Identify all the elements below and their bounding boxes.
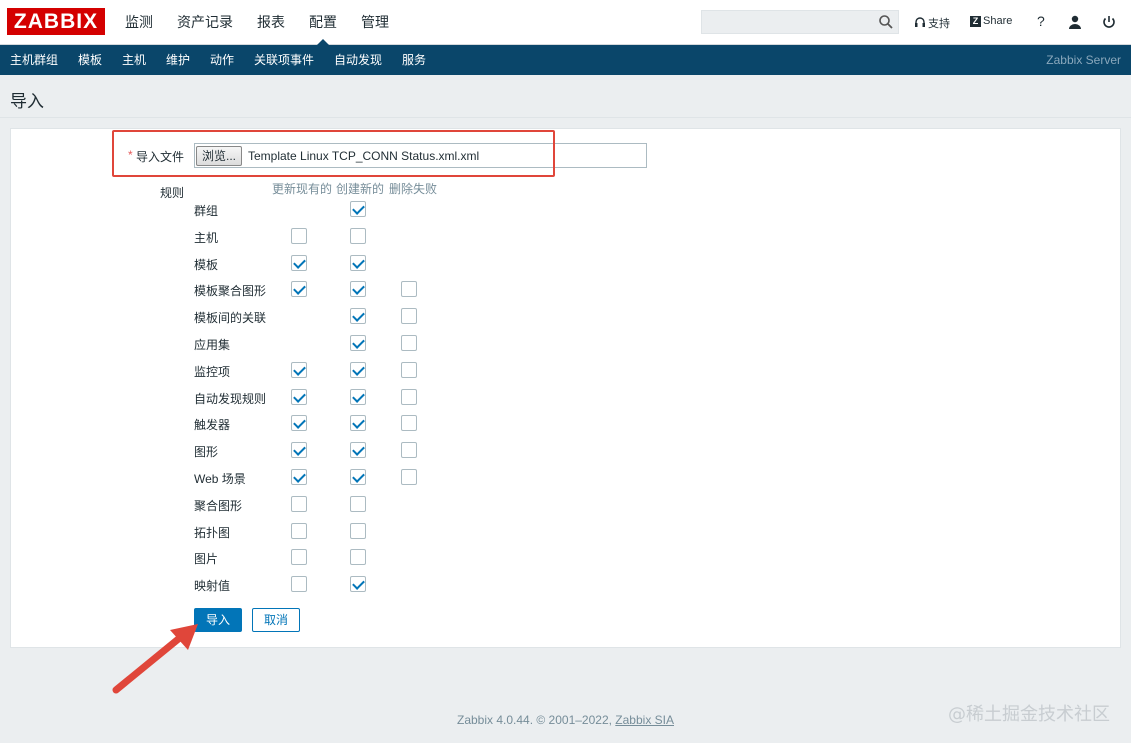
import-form-panel	[10, 128, 1121, 648]
rule-label: 模板聚合图形	[194, 284, 267, 298]
support-link[interactable]: 支持	[914, 15, 950, 31]
menu-configuration[interactable]: 配置	[302, 0, 344, 45]
rule-create-checkbox[interactable]	[350, 576, 366, 592]
rule-create-checkbox[interactable]	[350, 308, 366, 324]
rule-delete-checkbox[interactable]	[401, 469, 417, 485]
rule-update-checkbox[interactable]	[291, 281, 307, 297]
server-name: Zabbix Server	[1046, 53, 1121, 67]
rule-update-checkbox[interactable]	[291, 415, 307, 431]
rule-create-checkbox[interactable]	[350, 362, 366, 378]
title-divider	[0, 117, 1131, 118]
rule-create-checkbox[interactable]	[350, 201, 366, 217]
share-link[interactable]: Z Share	[970, 15, 1012, 27]
annotation-highlight-box	[112, 130, 555, 177]
search-input[interactable]	[701, 10, 899, 34]
rule-label: 图形	[194, 445, 219, 459]
rules-label: 规则	[160, 186, 185, 200]
rule-delete-checkbox[interactable]	[401, 362, 417, 378]
rule-label: Web 场景	[194, 472, 246, 486]
rule-label: 触发器	[194, 418, 231, 432]
rule-create-checkbox[interactable]	[350, 281, 366, 297]
rule-create-checkbox[interactable]	[350, 469, 366, 485]
rule-update-checkbox[interactable]	[291, 389, 307, 405]
rule-update-checkbox[interactable]	[291, 469, 307, 485]
rule-delete-checkbox[interactable]	[401, 389, 417, 405]
rule-delete-checkbox[interactable]	[401, 308, 417, 324]
rule-label: 模板	[194, 258, 219, 272]
share-label: Share	[983, 15, 1013, 27]
rule-label: 应用集	[194, 338, 231, 352]
rule-delete-checkbox[interactable]	[401, 415, 417, 431]
rule-delete-checkbox[interactable]	[401, 335, 417, 351]
rule-create-checkbox[interactable]	[350, 496, 366, 512]
footer-company-link[interactable]: Zabbix SIA	[615, 713, 674, 727]
subnav-actions[interactable]: 动作	[210, 45, 234, 75]
rule-create-checkbox[interactable]	[350, 415, 366, 431]
rule-create-checkbox[interactable]	[350, 228, 366, 244]
rule-create-checkbox[interactable]	[350, 442, 366, 458]
rule-delete-checkbox[interactable]	[401, 442, 417, 458]
menu-administration[interactable]: 管理	[354, 0, 396, 45]
logout-power-icon[interactable]	[1101, 14, 1117, 30]
subnav-host-groups[interactable]: 主机群组	[10, 45, 58, 75]
rule-update-checkbox[interactable]	[291, 362, 307, 378]
subnav-hosts[interactable]: 主机	[122, 45, 146, 75]
rule-label: 群组	[194, 204, 219, 218]
menu-reports[interactable]: 报表	[250, 0, 292, 45]
rule-create-checkbox[interactable]	[350, 255, 366, 271]
rule-update-checkbox[interactable]	[291, 228, 307, 244]
rule-create-checkbox[interactable]	[350, 523, 366, 539]
rule-delete-checkbox[interactable]	[401, 281, 417, 297]
subnav-maintenance[interactable]: 维护	[166, 45, 190, 75]
footer-copyright: Zabbix 4.0.44. © 2001–2022,	[457, 713, 616, 727]
annotation-arrow-icon	[112, 624, 198, 694]
column-create-new: 创建新的	[336, 182, 385, 196]
rule-label: 聚合图形	[194, 499, 243, 513]
subnav-discovery[interactable]: 自动发现	[334, 45, 382, 75]
rule-update-checkbox[interactable]	[291, 255, 307, 271]
rule-label: 监控项	[194, 365, 231, 379]
subnav-correlation[interactable]: 关联项事件	[254, 45, 314, 75]
rule-label: 自动发现规则	[194, 392, 267, 406]
rule-label: 模板间的关联	[194, 311, 267, 325]
subnav-templates[interactable]: 模板	[78, 45, 102, 75]
rule-update-checkbox[interactable]	[291, 576, 307, 592]
search-icon[interactable]	[878, 14, 894, 30]
rule-label: 拓扑图	[194, 526, 231, 540]
rule-update-checkbox[interactable]	[291, 549, 307, 565]
sub-navigation: 主机群组 模板 主机 维护 动作 关联项事件 自动发现 服务 Zabbix Se…	[0, 45, 1131, 75]
column-delete-missing: 删除失败	[389, 182, 438, 196]
rule-update-checkbox[interactable]	[291, 523, 307, 539]
rule-label: 映射值	[194, 579, 231, 593]
watermark: @稀土掘金技术社区	[948, 704, 1110, 725]
column-update-existing: 更新现有的	[272, 182, 333, 196]
rule-create-checkbox[interactable]	[350, 549, 366, 565]
rule-create-checkbox[interactable]	[350, 335, 366, 351]
support-label: 支持	[928, 18, 950, 30]
rule-label: 图片	[194, 552, 219, 566]
menu-monitoring[interactable]: 监测	[118, 0, 160, 45]
rule-label: 主机	[194, 231, 219, 245]
subnav-services[interactable]: 服务	[402, 45, 426, 75]
page-title: 导入	[10, 92, 44, 111]
user-profile-icon[interactable]	[1067, 14, 1083, 30]
zabbix-logo[interactable]: ZABBIX	[7, 8, 105, 35]
rule-update-checkbox[interactable]	[291, 442, 307, 458]
rule-create-checkbox[interactable]	[350, 389, 366, 405]
headset-icon	[915, 17, 925, 27]
menu-inventory[interactable]: 资产记录	[170, 0, 240, 45]
help-button[interactable]: ?	[1037, 13, 1045, 29]
main-menu: 监测 资产记录 报表 配置 管理	[118, 0, 406, 45]
top-bar: ZABBIX 监测 资产记录 报表 配置 管理 支持 Z Share ?	[0, 0, 1131, 45]
share-icon: Z	[970, 15, 981, 27]
cancel-button[interactable]: 取消	[252, 608, 300, 632]
rule-update-checkbox[interactable]	[291, 496, 307, 512]
